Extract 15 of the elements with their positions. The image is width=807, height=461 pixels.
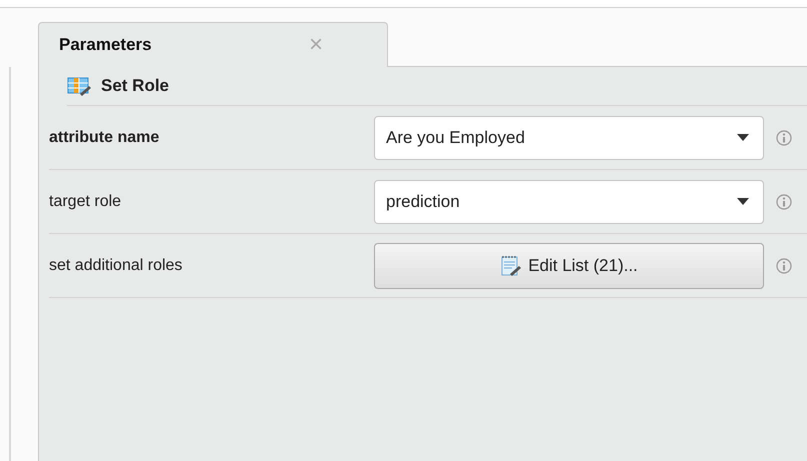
- info-icon[interactable]: [776, 194, 792, 210]
- info-icon[interactable]: [776, 258, 792, 274]
- parameter-label: target role: [49, 192, 122, 210]
- info-icon[interactable]: [776, 130, 792, 146]
- caret-icon: [737, 134, 749, 142]
- edit-list-button[interactable]: Edit List (21)...: [374, 242, 764, 288]
- notepad-icon: [500, 254, 522, 276]
- parameter-label: set additional roles: [49, 256, 184, 274]
- dropdown[interactable]: Are you Employed: [374, 116, 764, 160]
- dropdown[interactable]: prediction: [374, 180, 764, 224]
- caret-icon: [737, 198, 749, 206]
- parameter-label: attribute name: [49, 128, 160, 146]
- operator-name: Set Role: [101, 76, 170, 96]
- table-edit-icon: [67, 76, 91, 96]
- parameters-tab[interactable]: Parameters ×: [38, 22, 388, 67]
